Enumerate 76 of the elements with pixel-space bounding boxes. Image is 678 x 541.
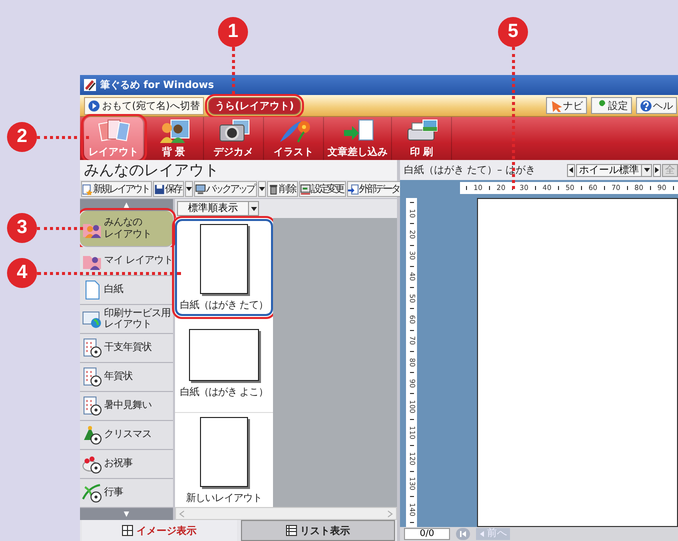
callout-badge: 4 xyxy=(7,258,37,288)
right-arrow-icon xyxy=(654,166,660,174)
trash-icon xyxy=(268,184,279,194)
scroll-right-icon xyxy=(386,510,394,518)
left-arrow-icon xyxy=(568,166,574,174)
action-button[interactable]: 新規レイアウト xyxy=(81,181,152,197)
callout-badge: 3 xyxy=(7,213,37,243)
zoom-dropdown[interactable]: ホイール標準 xyxy=(576,164,652,176)
computer-icon xyxy=(195,184,206,194)
brush-icon xyxy=(84,79,96,91)
floppy-icon xyxy=(154,184,165,194)
dropdown-arrow-button[interactable] xyxy=(185,181,193,197)
monitor-icon xyxy=(300,184,311,194)
zoom-right-button[interactable] xyxy=(653,164,661,176)
mode-tab[interactable]: うら(レイアウト) xyxy=(208,96,301,114)
category-item[interactable]: 行事 xyxy=(80,479,173,508)
layout-thumbnail[interactable]: 新しいレイアウト xyxy=(175,413,273,510)
grid-icon xyxy=(122,525,134,536)
callout-badge: 2 xyxy=(7,122,37,152)
postcard-globe-icon xyxy=(82,309,102,329)
help-icon xyxy=(640,100,652,112)
caret-icon xyxy=(250,204,258,212)
pointer-icon xyxy=(550,100,562,112)
navi-button[interactable]: ナビ xyxy=(546,97,587,114)
caret-icon xyxy=(642,166,650,174)
panel-title: みんなのレイアウト xyxy=(80,160,397,180)
card-disc-icon xyxy=(82,367,102,387)
category-item[interactable]: クリスマス xyxy=(80,421,173,450)
category-item[interactable]: 白紙 xyxy=(80,276,173,305)
cards-icon xyxy=(96,118,130,144)
category-item[interactable]: 干支年賀状 xyxy=(80,334,173,363)
scroll-left-icon xyxy=(178,510,186,518)
sort-dropdown[interactable]: 標準順表示 xyxy=(177,201,259,216)
help-button[interactable]: ヘル xyxy=(636,97,677,114)
category-item[interactable]: マイ レイアウト xyxy=(80,247,173,276)
view-tab[interactable]: リスト表示 xyxy=(240,520,395,541)
settings-button[interactable]: 設定 xyxy=(591,97,632,114)
toolbar-button[interactable]: 印 刷 xyxy=(392,117,452,160)
action-button[interactable]: 設定変更 xyxy=(299,181,346,197)
caret-icon xyxy=(258,185,266,193)
list-icon xyxy=(286,525,297,536)
callout-badge: 5 xyxy=(498,17,528,47)
first-page-icon xyxy=(459,530,467,538)
category-item[interactable]: 年賀状 xyxy=(80,363,173,392)
callout-badge: 1 xyxy=(218,17,248,47)
category-item[interactable]: お祝事 xyxy=(80,450,173,479)
layout-thumbnail[interactable]: 白紙（はがき よこ） xyxy=(175,316,273,413)
cake-disc-icon xyxy=(82,454,102,474)
paper-preview xyxy=(200,224,248,294)
card-disc-icon xyxy=(82,396,102,416)
left-arrow-icon xyxy=(479,530,485,538)
layout-thumbnail[interactable]: 白紙（はがき たて） xyxy=(175,219,273,316)
category-item[interactable]: みんなの レイアウト xyxy=(80,211,173,247)
paper-preview xyxy=(200,417,248,487)
toolbar-button[interactable]: 背 景 xyxy=(144,117,204,160)
play-icon xyxy=(88,100,100,112)
category-item[interactable]: 印刷サービス用 レイアウト xyxy=(80,305,173,334)
camera-icon xyxy=(216,118,250,144)
card-disc-icon xyxy=(82,338,102,358)
view-tab[interactable]: イメージ表示 xyxy=(82,520,236,541)
action-button[interactable]: 削除 xyxy=(267,181,298,197)
zoom-left-button[interactable] xyxy=(567,164,575,176)
caret-icon xyxy=(185,185,193,193)
action-button[interactable]: 保存 xyxy=(153,181,184,197)
page-field[interactable]: 0/0 xyxy=(404,528,450,540)
window-title: 筆ぐるめ for Windows xyxy=(100,78,214,92)
toolbar-button[interactable]: デジカメ xyxy=(204,117,264,160)
tree-disc-icon xyxy=(82,425,102,445)
action-button[interactable]: 外部データ xyxy=(347,181,402,197)
category-item[interactable]: 暑中見舞い xyxy=(80,392,173,421)
plant-disc-icon xyxy=(82,483,102,503)
action-button[interactable]: バックアップ xyxy=(194,181,257,197)
horizontal-scrollbar[interactable] xyxy=(175,507,397,520)
dropdown-arrow-button[interactable] xyxy=(258,181,266,197)
paper-preview xyxy=(189,329,259,381)
switch-button[interactable]: おもて(宛て名)へ切替 xyxy=(84,96,204,114)
